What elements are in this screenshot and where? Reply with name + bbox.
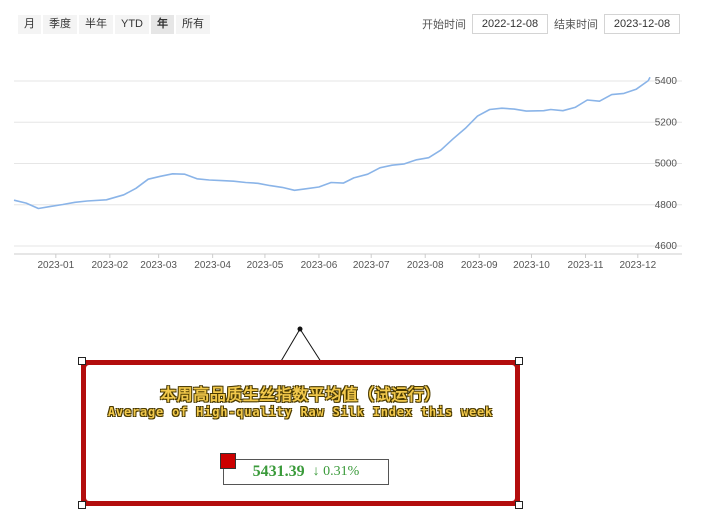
red-marker-square — [220, 453, 236, 469]
card-corner-tl — [78, 357, 86, 365]
card-title-cn: 本周高品质生丝指数平均值（试运行） — [160, 385, 441, 404]
card-title-en: Average of High-quality Raw Silk Index t… — [107, 405, 494, 419]
card-corner-tr — [515, 357, 523, 365]
card-corner-bl — [78, 501, 86, 509]
index-value: 5431.39 — [252, 463, 305, 480]
silk-index-card: 本周高品质生丝指数平均值（试运行） Average of High-qualit… — [78, 357, 523, 509]
index-change: ↓ 0.31% — [312, 464, 360, 479]
index-value-box: 5431.39 ↓ 0.31% — [223, 459, 389, 485]
card-inner: 本周高品质生丝指数平均值（试运行） Average of High-qualit… — [86, 365, 515, 501]
card-corner-br — [515, 501, 523, 509]
